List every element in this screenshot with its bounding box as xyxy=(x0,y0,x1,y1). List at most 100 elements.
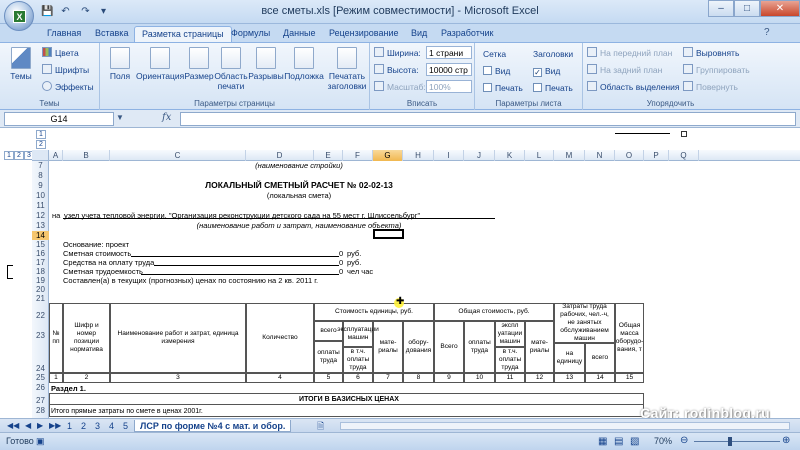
bring-front-button[interactable]: На передний план xyxy=(587,47,672,58)
row-header[interactable]: 15 xyxy=(32,240,49,249)
row-header[interactable]: 19 xyxy=(32,276,49,285)
tab-developer[interactable]: Разработчик xyxy=(434,26,500,42)
row-header[interactable]: 17 xyxy=(32,258,49,267)
column-header[interactable]: H xyxy=(403,150,434,161)
customize-icon[interactable]: ▾ xyxy=(96,4,111,19)
print-titles-button[interactable]: Печатать заголовки xyxy=(326,47,368,91)
sheet-tab[interactable]: 4 xyxy=(104,420,119,432)
fx-button[interactable]: fx xyxy=(162,112,171,123)
column-header[interactable]: Q xyxy=(669,150,699,161)
rotate-button[interactable]: Повернуть xyxy=(683,81,738,92)
column-header[interactable]: O xyxy=(615,150,644,161)
sheet-tab-active[interactable]: ЛСР по форме №4 с мат. и обор. xyxy=(134,420,292,432)
row-header[interactable]: 11 xyxy=(32,201,49,210)
column-header[interactable]: K xyxy=(495,150,525,161)
save-icon[interactable]: 💾 xyxy=(40,4,55,19)
select-all-corner[interactable] xyxy=(32,150,49,161)
align-button[interactable]: Выровнять xyxy=(683,47,739,58)
zoom-out-icon[interactable]: ⊖ xyxy=(680,435,688,446)
tab-data[interactable]: Данные xyxy=(276,26,323,42)
name-box[interactable]: G14 xyxy=(4,112,114,126)
tab-formulas[interactable]: Формулы xyxy=(224,26,277,42)
row-header[interactable]: 9 xyxy=(32,181,49,190)
normal-view-icon[interactable]: ▦ xyxy=(598,436,607,447)
row-header[interactable]: 8 xyxy=(32,171,49,180)
office-button[interactable]: X xyxy=(4,1,34,31)
column-header[interactable]: F xyxy=(343,150,373,161)
row-header[interactable]: 28 xyxy=(32,406,49,415)
sheet-tab[interactable]: 1 xyxy=(62,420,77,432)
row-header[interactable]: 23 xyxy=(32,331,49,340)
page-break-view-icon[interactable]: ▧ xyxy=(630,436,639,447)
themes-button[interactable]: Темы xyxy=(6,47,36,81)
row-header[interactable]: 13 xyxy=(32,221,49,230)
height-select[interactable]: 10000 стр xyxy=(426,63,472,76)
send-back-button[interactable]: На задний план xyxy=(587,64,662,75)
gridlines-view-checkbox[interactable]: Вид xyxy=(483,66,510,76)
row-header[interactable]: 24 xyxy=(32,364,49,373)
column-header[interactable]: M xyxy=(554,150,585,161)
row-header-selected[interactable]: 14 xyxy=(32,231,49,240)
zoom-slider[interactable] xyxy=(694,441,780,442)
print-area-button[interactable]: Область печати xyxy=(214,47,248,91)
column-header[interactable]: E xyxy=(314,150,343,161)
fonts-button[interactable]: Шрифты xyxy=(42,64,89,75)
row-header[interactable]: 20 xyxy=(32,285,49,294)
macro-record-icon[interactable]: ▣ xyxy=(36,436,45,447)
width-select[interactable]: 1 страни xyxy=(426,46,472,59)
headings-view-checkbox[interactable]: ✓ Вид xyxy=(533,66,560,77)
column-header[interactable]: L xyxy=(525,150,554,161)
row-header[interactable]: 7 xyxy=(32,161,49,170)
selected-cell[interactable] xyxy=(373,229,404,239)
horizontal-scrollbar[interactable] xyxy=(340,422,790,430)
tab-home[interactable]: Главная xyxy=(40,26,88,42)
worksheet[interactable]: (наименование стройки) ЛОКАЛЬНЫЙ СМЕТНЫЙ… xyxy=(49,161,800,418)
row-header[interactable]: 18 xyxy=(32,267,49,276)
col-level-2[interactable]: 2 xyxy=(36,140,46,149)
size-button[interactable]: Размер xyxy=(184,47,214,81)
chevron-down-icon[interactable]: ▼ xyxy=(116,113,124,122)
row-level-2[interactable]: 2 xyxy=(14,151,24,160)
outline-collapse-icon[interactable] xyxy=(681,131,687,137)
close-button[interactable]: ✕ xyxy=(760,0,800,17)
maximize-button[interactable]: □ xyxy=(734,0,760,17)
gridlines-print-checkbox[interactable]: Печать xyxy=(483,83,523,93)
column-header[interactable]: A xyxy=(49,150,63,161)
row-header[interactable]: 12 xyxy=(32,211,49,220)
tab-page-layout[interactable]: Разметка страницы xyxy=(134,26,232,42)
row-header[interactable]: 25 xyxy=(32,373,49,382)
column-header[interactable]: I xyxy=(434,150,464,161)
zoom-slider-thumb[interactable] xyxy=(728,437,732,446)
sheet-tab[interactable]: 5 xyxy=(118,420,133,432)
column-header-selected[interactable]: G xyxy=(373,150,403,161)
headings-print-checkbox[interactable]: Печать xyxy=(533,83,573,93)
orientation-button[interactable]: Ориентация xyxy=(136,47,184,81)
effects-button[interactable]: Эффекты xyxy=(42,81,94,92)
row-header[interactable]: 22 xyxy=(32,311,49,320)
selection-pane-button[interactable]: Область выделения xyxy=(587,81,679,92)
tab-view[interactable]: Вид xyxy=(404,26,434,42)
help-icon[interactable]: ? xyxy=(764,27,770,38)
row-header[interactable]: 16 xyxy=(32,249,49,258)
colors-button[interactable]: Цвета xyxy=(42,47,79,58)
column-header[interactable]: D xyxy=(246,150,314,161)
background-button[interactable]: Подложка xyxy=(284,47,324,81)
breaks-button[interactable]: Разрывы xyxy=(248,47,284,81)
column-header[interactable]: P xyxy=(644,150,669,161)
row-header[interactable]: 21 xyxy=(32,294,49,303)
page-layout-view-icon[interactable]: ▤ xyxy=(614,436,623,447)
row-level-1[interactable]: 1 xyxy=(4,151,14,160)
margins-button[interactable]: Поля xyxy=(106,47,134,81)
col-level-1[interactable]: 1 xyxy=(36,130,46,139)
minimize-button[interactable]: – xyxy=(708,0,734,17)
zoom-in-icon[interactable]: ⊕ xyxy=(782,435,790,446)
column-header[interactable]: C xyxy=(110,150,246,161)
redo-icon[interactable]: ↷ xyxy=(78,4,93,19)
row-header[interactable]: 26 xyxy=(32,383,49,392)
column-header[interactable]: B xyxy=(63,150,110,161)
sheet-tab[interactable]: 3 xyxy=(90,420,105,432)
tab-insert[interactable]: Вставка xyxy=(88,26,135,42)
row-header[interactable]: 10 xyxy=(32,191,49,200)
tab-review[interactable]: Рецензирование xyxy=(322,26,406,42)
row-header[interactable]: 27 xyxy=(32,396,49,405)
